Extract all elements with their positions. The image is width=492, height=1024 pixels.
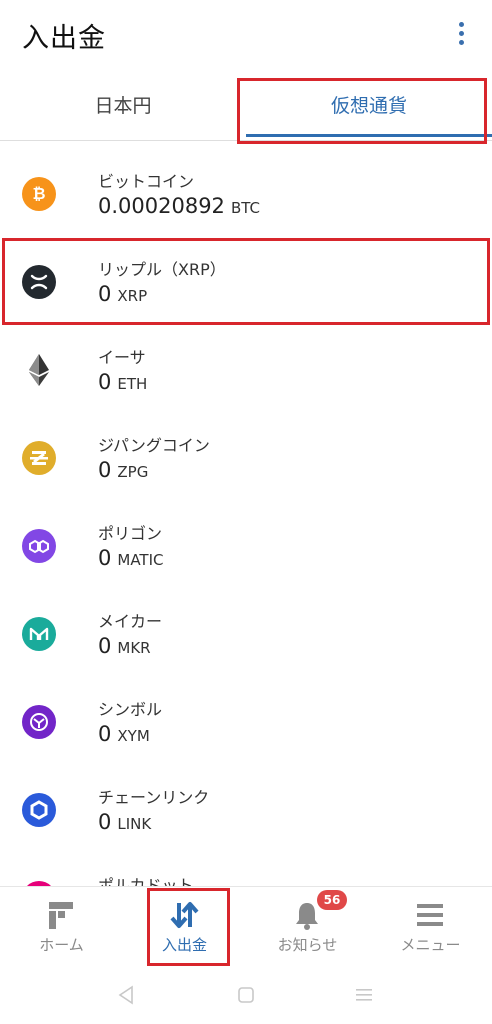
nav-notifications[interactable]: お知らせ (246, 887, 369, 971)
more-options-icon[interactable] (454, 22, 468, 48)
symbol-icon (22, 705, 56, 739)
coin-amount: 0 MATIC (98, 546, 164, 570)
nav-home[interactable]: ホーム (0, 887, 123, 971)
list-item-zpg[interactable]: ジパングコイン 0 ZPG (0, 414, 492, 502)
coin-unit: MKR (117, 639, 151, 657)
coin-amount: 0.00020892 BTC (98, 194, 260, 218)
home-button-icon[interactable] (235, 984, 257, 1006)
highlight-frame-tab (237, 78, 487, 144)
coin-unit: MATIC (117, 551, 164, 569)
tab-jpy[interactable]: 日本円 (0, 76, 246, 140)
bottom-nav: ホーム 入出金 お知らせ メニュー (0, 886, 492, 971)
page-title: 入出金 (22, 23, 106, 54)
system-nav-bar (0, 970, 492, 1024)
highlight-frame-nav (147, 888, 230, 966)
coin-name: メイカー (98, 612, 163, 631)
coin-unit: XYM (117, 727, 150, 745)
nav-label-home: ホーム (39, 936, 84, 954)
app-header: 入出金 (0, 0, 492, 76)
notification-badge: 56 (317, 890, 347, 910)
highlight-frame-xrp (2, 238, 490, 325)
nav-label-menu: メニュー (400, 936, 461, 954)
bitcoin-icon: ₿ (22, 177, 56, 211)
coin-amount: 0 XYM (98, 722, 150, 746)
coin-amount: 0 ETH (98, 370, 148, 394)
recents-icon[interactable] (353, 984, 375, 1006)
zipangcoin-icon (22, 441, 56, 475)
list-item-matic[interactable]: ポリゴン 0 MATIC (0, 502, 492, 590)
nav-label-notifications: お知らせ (277, 936, 338, 954)
home-icon (49, 902, 73, 929)
coin-unit: ZPG (117, 463, 149, 481)
coin-name: ジパングコイン (98, 436, 210, 455)
coin-amount: 0 MKR (98, 634, 151, 658)
ethereum-icon (22, 353, 56, 387)
list-item-eth[interactable]: イーサ 0 ETH (0, 326, 492, 414)
coin-amount: 0 ZPG (98, 458, 149, 482)
list-item-btc[interactable]: ₿ ビットコイン 0.00020892 BTC (0, 150, 492, 238)
list-item-mkr[interactable]: メイカー 0 MKR (0, 590, 492, 678)
polygon-icon (22, 529, 56, 563)
list-item-dot[interactable]: ポルカドット (0, 854, 492, 890)
coin-name: イーサ (98, 348, 146, 367)
list-item-xym[interactable]: シンボル 0 XYM (0, 678, 492, 766)
maker-icon (22, 617, 56, 651)
menu-icon (417, 904, 443, 926)
chainlink-icon (22, 793, 56, 827)
list-item-link[interactable]: チェーンリンク 0 LINK (0, 766, 492, 854)
coin-name: チェーンリンク (98, 788, 210, 807)
coin-unit: LINK (117, 815, 152, 833)
nav-menu[interactable]: メニュー (369, 887, 492, 971)
coin-name: ビットコイン (98, 172, 195, 191)
coin-amount: 0 LINK (98, 810, 152, 834)
back-icon[interactable] (116, 984, 138, 1006)
coin-unit: BTC (230, 199, 260, 217)
coin-unit: ETH (117, 375, 148, 393)
coin-name: ポリゴン (98, 524, 163, 543)
coin-name: シンボル (98, 700, 163, 719)
svg-text:₿: ₿ (32, 184, 45, 203)
